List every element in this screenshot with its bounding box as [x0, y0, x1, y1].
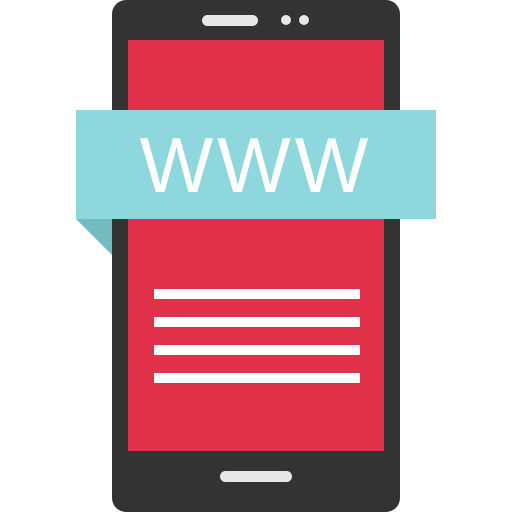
- text-line: [154, 289, 360, 299]
- sensor-dot: [299, 15, 309, 25]
- banner-fold: [76, 219, 112, 255]
- front-camera-dot: [281, 15, 291, 25]
- text-line: [154, 373, 360, 383]
- speaker-slot: [202, 15, 258, 26]
- text-line: [154, 345, 360, 355]
- www-banner: WWW: [76, 110, 436, 219]
- home-button: [220, 471, 292, 482]
- text-line: [154, 317, 360, 327]
- banner-text: WWW: [139, 120, 373, 209]
- phone-screen: [128, 40, 384, 451]
- smartphone-body: [112, 0, 400, 512]
